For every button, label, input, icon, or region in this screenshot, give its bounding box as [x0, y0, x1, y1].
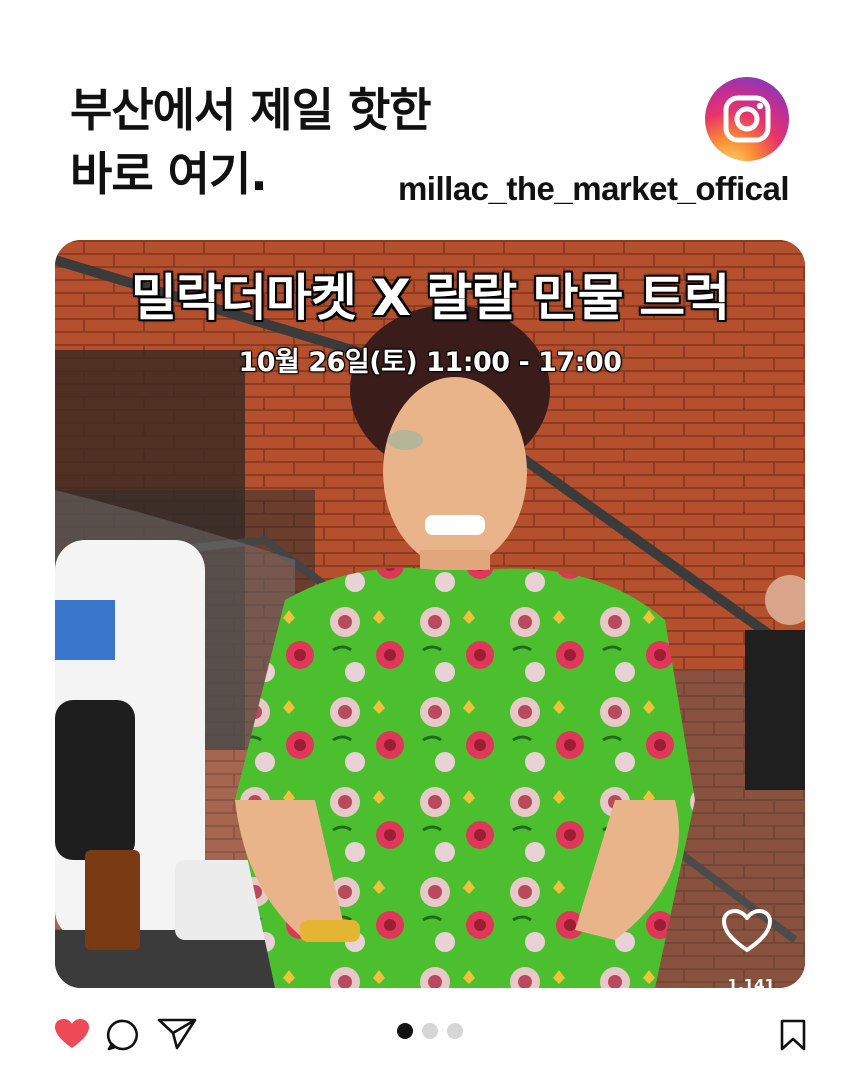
headline-line-2: 바로 여기.	[70, 147, 268, 201]
carousel-dot[interactable]	[397, 1023, 413, 1039]
instagram-icon[interactable]	[705, 77, 789, 161]
carousel-dot[interactable]	[422, 1023, 438, 1039]
overlay-subtitle: 10월 26일(토) 11:00 - 17:00	[238, 347, 622, 378]
overlay-title: 밀락더마켓 X 랄랄 만물 트럭	[130, 269, 730, 327]
post-photo[interactable]: 밀락더마켓 X 랄랄 만물 트럭 10월 26일(토) 11:00 - 17:0…	[55, 240, 805, 988]
account-handle[interactable]: millac_the_market_offical	[398, 170, 790, 208]
send-icon[interactable]	[157, 1017, 197, 1055]
carousel-dot[interactable]	[447, 1023, 463, 1039]
heart-outline-icon[interactable]	[721, 908, 773, 958]
bookmark-icon[interactable]	[779, 1019, 807, 1055]
headline-line-1: 부산에서 제일 핫한	[70, 83, 432, 137]
heart-filled-icon[interactable]	[54, 1018, 90, 1054]
comment-bubble-icon[interactable]	[106, 1018, 140, 1056]
carousel-indicator	[397, 1023, 463, 1039]
like-count: 1,141	[727, 976, 775, 988]
headline: 부산에서 제일 핫한 바로 여기.	[70, 78, 432, 206]
